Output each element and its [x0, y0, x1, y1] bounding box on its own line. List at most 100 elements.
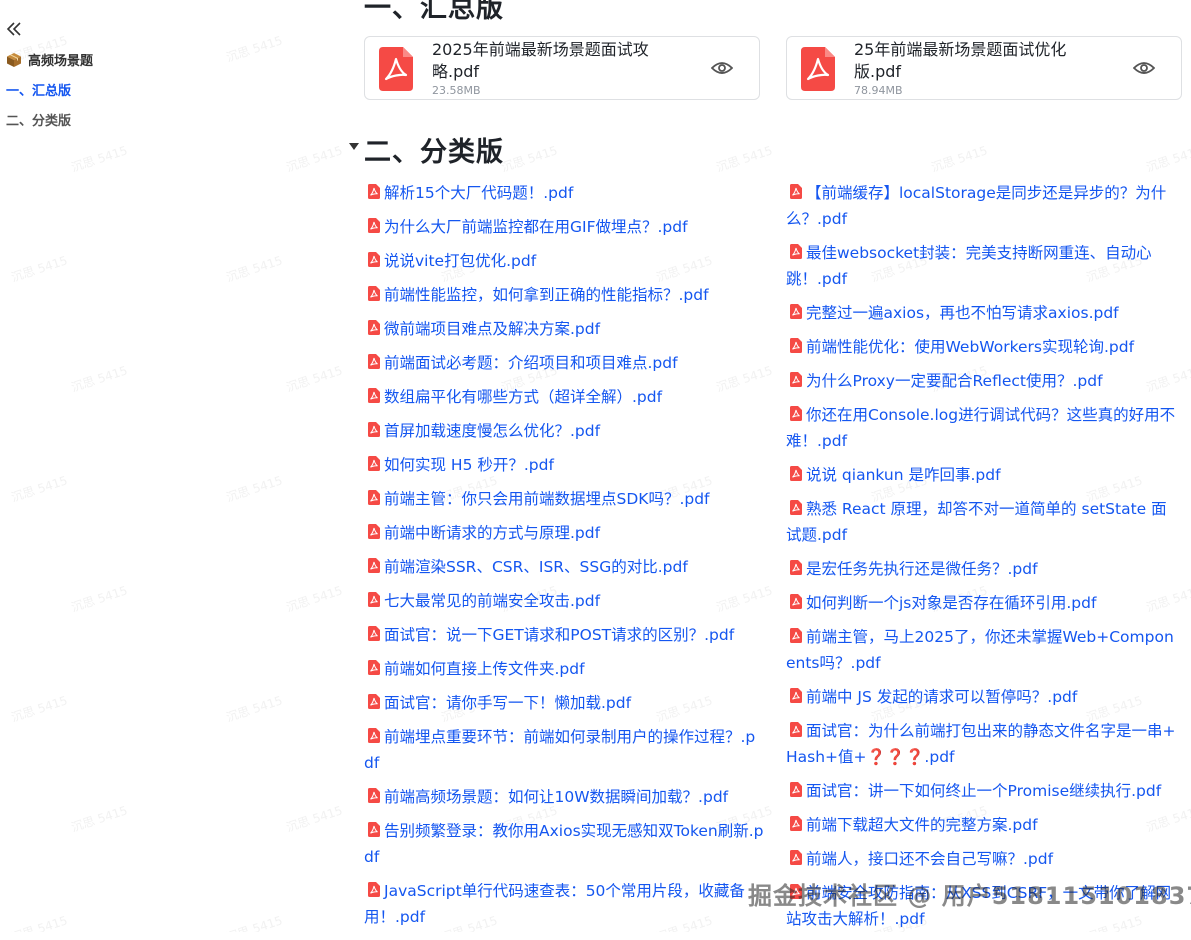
file-size: 23.58MB: [432, 84, 481, 97]
pdf-link[interactable]: 前端下载超大文件的完整方案.pdf: [786, 812, 1182, 838]
pdf-file-icon: [790, 816, 802, 831]
pdf-link[interactable]: 前端中 JS 发起的请求可以暂停吗？.pdf: [786, 684, 1182, 710]
pdf-file-icon: [790, 244, 802, 259]
pdf-link-label: 解析15个大厂代码题！.pdf: [384, 184, 574, 202]
pdf-link[interactable]: 前端如何直接上传文件夹.pdf: [364, 656, 764, 682]
pdf-link-label: 前端埋点重要环节：前端如何录制用户的操作过程？.pdf: [364, 728, 756, 772]
watermark-text: 沉思 5415: [224, 253, 285, 285]
pdf-link[interactable]: 面试官：说一下GET请求和POST请求的区别？.pdf: [364, 622, 764, 648]
pdf-link[interactable]: 前端主管：你只会用前端数据埋点SDK吗？.pdf: [364, 486, 764, 512]
watermark-text: 沉思 5415: [224, 33, 285, 65]
pdf-link[interactable]: 前端人，接口还不会自己写嘛？.pdf: [786, 846, 1182, 872]
pdf-link-label: 数组扁平化有哪些方式（超详全解）.pdf: [384, 388, 663, 406]
collapse-sidebar-button[interactable]: [5, 19, 23, 39]
pdf-link[interactable]: 数组扁平化有哪些方式（超详全解）.pdf: [364, 384, 764, 410]
pdf-link[interactable]: 告别频繁登录：教你用Axios实现无感知双Token刷新.pdf: [364, 818, 764, 870]
pdf-link[interactable]: 首屏加载速度慢怎么优化？.pdf: [364, 418, 764, 444]
pdf-link-label: 前端如何直接上传文件夹.pdf: [384, 660, 585, 678]
pdf-file-icon: [790, 722, 802, 737]
pdf-link[interactable]: 如何实现 H5 秒开？.pdf: [364, 452, 764, 478]
pdf-link[interactable]: 说说vite打包优化.pdf: [364, 248, 764, 274]
pdf-link[interactable]: 前端面试必考题：介绍项目和项目难点.pdf: [364, 350, 764, 376]
pdf-link[interactable]: 微前端项目难点及解决方案.pdf: [364, 316, 764, 342]
collapse-section-caret[interactable]: [349, 143, 359, 150]
pdf-link-label: 如何判断一个js对象是否存在循环引用.pdf: [806, 594, 1097, 612]
pdf-file-icon: [368, 694, 380, 709]
pdf-link[interactable]: 面试官：请你手写一下！懒加载.pdf: [364, 690, 764, 716]
preview-eye-icon[interactable]: [1133, 60, 1155, 76]
pdf-link[interactable]: 解析15个大厂代码题！.pdf: [364, 180, 764, 206]
pdf-file-icon: [790, 500, 802, 515]
pdf-link-label: 为什么大厂前端监控都在用GIF做埋点？.pdf: [384, 218, 688, 236]
sidebar: 高频场景题 一、汇总版 二、分类版: [0, 0, 230, 932]
pdf-link-label: 前端性能优化：使用WebWorkers实现轮询.pdf: [806, 338, 1135, 356]
pdf-link-label: 面试官：请你手写一下！懒加载.pdf: [384, 694, 632, 712]
pdf-file-icon: [368, 558, 380, 573]
summary-heading: 一、汇总版: [364, 0, 504, 24]
file-card[interactable]: 2025年前端最新场景题面试攻略.pdf 23.58MB: [364, 36, 760, 100]
watermark-text: 沉思 5415: [224, 693, 285, 725]
pdf-link[interactable]: 前端性能监控，如何拿到正确的性能指标？.pdf: [364, 282, 764, 308]
sidebar-item-label: 高频场景题: [28, 54, 94, 69]
file-name: 25年前端最新场景题面试优化版.pdf: [854, 40, 1067, 81]
pdf-file-icon: [368, 626, 380, 641]
pdf-file-icon: [790, 628, 802, 643]
pdf-link[interactable]: 完整过一遍axios，再也不怕写请求axios.pdf: [786, 300, 1182, 326]
pdf-link-label: JavaScript单行代码速查表：50个常用片段，收藏备用！.pdf: [364, 882, 745, 926]
pdf-link[interactable]: 最佳websocket封装：完美支持断网重连、自动心跳！.pdf: [786, 240, 1182, 292]
watermark-text: 沉思 5415: [284, 143, 345, 175]
watermark-text: 沉思 5415: [1144, 143, 1191, 175]
pdf-link[interactable]: 前端埋点重要环节：前端如何录制用户的操作过程？.pdf: [364, 724, 764, 776]
pdf-link[interactable]: 为什么大厂前端监控都在用GIF做埋点？.pdf: [364, 214, 764, 240]
pdf-file-icon: [790, 594, 802, 609]
watermark-text: 沉思 5415: [929, 143, 990, 175]
sidebar-item-category[interactable]: 二、分类版: [6, 110, 71, 129]
pdf-link[interactable]: 前端高频场景题：如何让10W数据瞬间加载？.pdf: [364, 784, 764, 810]
package-icon: [7, 52, 21, 67]
pdf-link[interactable]: 前端主管，马上2025了，你还未掌握Web+Components吗？.pdf: [786, 624, 1182, 676]
pdf-file-icon: [368, 388, 380, 403]
sidebar-item-root[interactable]: 高频场景题: [6, 50, 93, 69]
pdf-file-icon: [368, 252, 380, 267]
pdf-file-icon: [368, 422, 380, 437]
pdf-link[interactable]: 前端性能优化：使用WebWorkers实现轮询.pdf: [786, 334, 1182, 360]
pdf-link-label: 前端渲染SSR、CSR、ISR、SSG的对比.pdf: [384, 558, 688, 576]
pdf-link[interactable]: 前端安全攻防指南：从XSS到CSRF，一文带你了解网站攻击大解析！.pdf: [786, 880, 1182, 932]
pdf-file-icon: [368, 184, 380, 199]
pdf-link[interactable]: 如何判断一个js对象是否存在循环引用.pdf: [786, 590, 1182, 616]
pdf-link[interactable]: 为什么Proxy一定要配合Reflect使用？.pdf: [786, 368, 1182, 394]
pdf-link-label: 最佳websocket封装：完美支持断网重连、自动心跳！.pdf: [786, 244, 1152, 288]
file-card[interactable]: 25年前端最新场景题面试优化版.pdf 78.94MB: [786, 36, 1182, 100]
watermark-text: 沉思 5415: [284, 583, 345, 615]
pdf-link[interactable]: 说说 qiankun 是咋回事.pdf: [786, 462, 1182, 488]
pdf-link-label: 前端人，接口还不会自己写嘛？.pdf: [806, 850, 1054, 868]
pdf-link[interactable]: 面试官：讲一下如何终止一个Promise继续执行.pdf: [786, 778, 1182, 804]
watermark-text: 沉思 5415: [224, 913, 285, 932]
pdf-link[interactable]: 面试官：为什么前端打包出来的静态文件名字是一串+Hash+值+❓❓❓.pdf: [786, 718, 1182, 770]
preview-eye-icon[interactable]: [711, 60, 733, 76]
pdf-file-icon: [368, 490, 380, 505]
watermark-text: 沉思 5415: [224, 473, 285, 505]
pdf-file-icon: [368, 320, 380, 335]
pdf-link-label: 你还在用Console.log进行调试代码？这些真的好用不难！.pdf: [786, 406, 1176, 450]
pdf-link-label: 首屏加载速度慢怎么优化？.pdf: [384, 422, 601, 440]
watermark-text: 沉思 5415: [714, 143, 775, 175]
watermark-text: 沉思 5415: [499, 143, 560, 175]
pdf-link[interactable]: 熟悉 React 原理，却答不对一道简单的 setState 面试题.pdf: [786, 496, 1182, 548]
pdf-file-icon: [368, 822, 380, 837]
pdf-file-icon: [790, 688, 802, 703]
pdf-link[interactable]: JavaScript单行代码速查表：50个常用片段，收藏备用！.pdf: [364, 878, 764, 930]
watermark-text: 沉思 5415: [284, 803, 345, 835]
pdf-file-icon: [368, 592, 380, 607]
left-link-list: 解析15个大厂代码题！.pdf 为什么大厂前端监控都在用GIF做埋点？.pdf 说说…: [364, 180, 764, 938]
pdf-file-icon: [790, 884, 802, 899]
pdf-file-icon: [790, 782, 802, 797]
pdf-link[interactable]: 是宏任务先执行还是微任务？.pdf: [786, 556, 1182, 582]
pdf-link[interactable]: 前端渲染SSR、CSR、ISR、SSG的对比.pdf: [364, 554, 764, 580]
sidebar-item-summary[interactable]: 一、汇总版: [6, 80, 71, 99]
pdf-link[interactable]: 七大最常见的前端安全攻击.pdf: [364, 588, 764, 614]
pdf-link[interactable]: 【前端缓存】localStorage是同步还是异步的？为什么？.pdf: [786, 180, 1182, 232]
pdf-link[interactable]: 你还在用Console.log进行调试代码？这些真的好用不难！.pdf: [786, 402, 1182, 454]
pdf-link-label: 说说 qiankun 是咋回事.pdf: [806, 466, 1001, 484]
pdf-link[interactable]: 前端中断请求的方式与原理.pdf: [364, 520, 764, 546]
